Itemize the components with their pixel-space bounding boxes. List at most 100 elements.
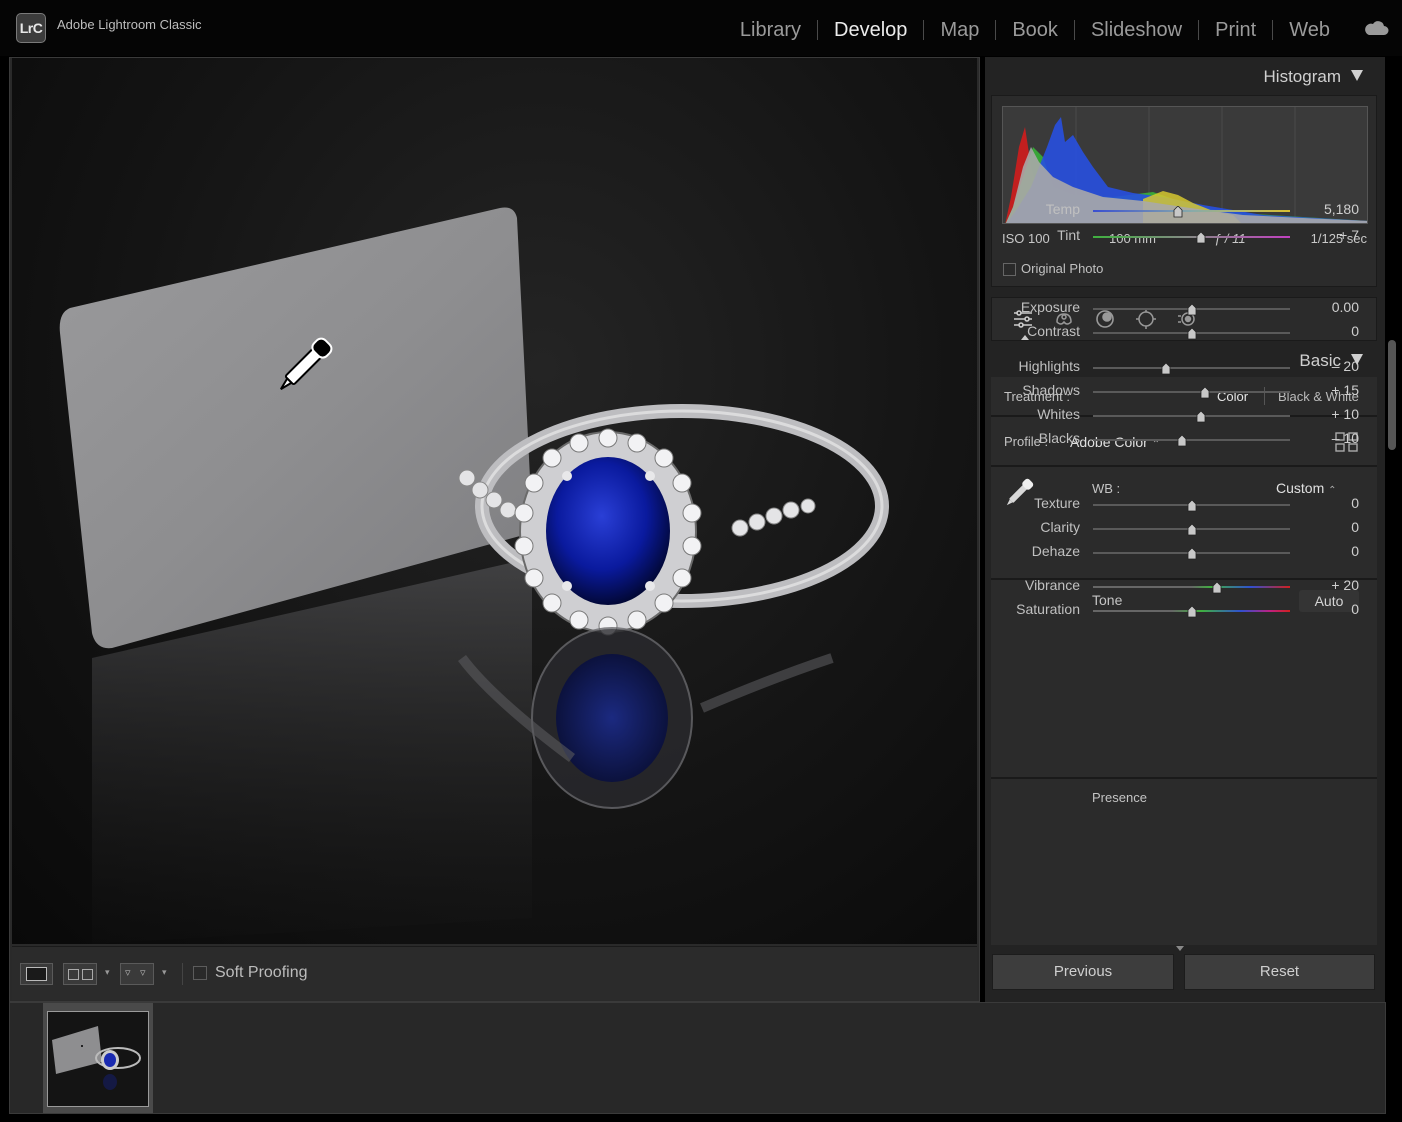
viewer-toolbar: ▾ ▿ ▿ ▾ Soft Proofing: [12, 946, 977, 1000]
histogram-header[interactable]: Histogram: [1264, 67, 1363, 87]
filmstrip-thumbnail[interactable]: [47, 1011, 149, 1107]
exposure-slider[interactable]: [1093, 303, 1290, 316]
module-book[interactable]: Book: [996, 19, 1074, 42]
contrast-value[interactable]: 0: [1351, 323, 1359, 339]
presence-label: Presence: [1092, 790, 1147, 805]
shadows-value[interactable]: + 15: [1331, 382, 1359, 398]
blacks-slider[interactable]: [1093, 434, 1290, 447]
row-separator: [991, 777, 1377, 779]
row-separator: [991, 465, 1377, 467]
module-print[interactable]: Print: [1199, 19, 1272, 42]
vibrance-slider-handle[interactable]: [1212, 581, 1222, 594]
treatment-divider: [1264, 387, 1265, 405]
swap-dropdown-icon[interactable]: ▾: [162, 967, 167, 978]
module-library[interactable]: Library: [724, 19, 817, 42]
exposure-value[interactable]: 0.00: [1332, 299, 1359, 315]
exposure-label: Exposure: [1020, 299, 1080, 315]
exif-iso: ISO 100: [1002, 231, 1050, 246]
photo-artwork: [59, 207, 889, 944]
auto-tone-button[interactable]: Auto: [1299, 590, 1359, 612]
cloud-icon[interactable]: [1363, 20, 1389, 36]
shadows-label: Shadows: [1022, 382, 1080, 398]
before-after-dropdown-icon[interactable]: ▾: [105, 967, 110, 978]
swap-before-after-button[interactable]: ▿ ▿: [120, 963, 154, 985]
original-photo-checkbox[interactable]: [1003, 263, 1016, 276]
exposure-slider-handle[interactable]: [1187, 303, 1197, 316]
highlights-slider-handle[interactable]: [1161, 362, 1171, 375]
original-photo-label: Original Photo: [1021, 261, 1104, 276]
texture-value[interactable]: 0: [1351, 495, 1359, 511]
module-develop[interactable]: Develop: [818, 19, 923, 42]
app-title: Adobe Lightroom Classic: [57, 17, 202, 32]
top-bar: LrC Adobe Lightroom Classic Library Deve…: [0, 0, 1402, 56]
tint-slider[interactable]: [1093, 231, 1290, 244]
shadows-slider[interactable]: [1093, 386, 1290, 399]
profile-dropdown[interactable]: Adobe Color ⌃: [1070, 434, 1160, 450]
saturation-value[interactable]: 0: [1351, 601, 1359, 617]
highlights-label: Highlights: [1018, 358, 1080, 374]
whites-value[interactable]: + 10: [1331, 406, 1359, 422]
whites-slider[interactable]: [1093, 410, 1290, 423]
vibrance-value[interactable]: + 20: [1331, 577, 1359, 593]
temp-slider[interactable]: [1093, 205, 1290, 218]
soft-proofing-checkbox[interactable]: [193, 966, 207, 980]
dehaze-slider-handle[interactable]: [1187, 547, 1197, 560]
module-map[interactable]: Map: [924, 19, 995, 42]
temp-slider-handle[interactable]: [1173, 205, 1183, 218]
texture-slider[interactable]: [1093, 499, 1290, 512]
filmstrip-thumbnail-cell[interactable]: [43, 1003, 153, 1113]
masking-icon[interactable]: [1094, 308, 1116, 330]
texture-label: Texture: [1034, 495, 1080, 511]
collapse-triangle-icon: [1351, 70, 1363, 81]
panel-end-marker-icon: [1176, 946, 1184, 951]
clarity-value[interactable]: 0: [1351, 519, 1359, 535]
updown-arrow-icon: ⌃: [1328, 485, 1337, 496]
soft-proofing-label: Soft Proofing: [215, 964, 308, 981]
vibrance-label: Vibrance: [1024, 577, 1080, 593]
dehaze-slider[interactable]: [1093, 547, 1290, 560]
blacks-slider-handle[interactable]: [1177, 434, 1187, 447]
wb-value: Custom: [1276, 480, 1325, 496]
profile-value: Adobe Color: [1070, 434, 1148, 450]
toolbar-divider: [182, 963, 183, 985]
whites-slider-handle[interactable]: [1196, 410, 1206, 423]
tint-value[interactable]: + 7: [1339, 227, 1359, 243]
texture-slider-handle[interactable]: [1187, 499, 1197, 512]
saturation-slider[interactable]: [1093, 605, 1290, 618]
main-photo[interactable]: [12, 58, 977, 944]
highlights-value[interactable]: – 20: [1332, 358, 1359, 374]
shadows-slider-handle[interactable]: [1200, 386, 1210, 399]
temp-value[interactable]: 5,180: [1324, 201, 1359, 217]
red-eye-icon[interactable]: [1135, 308, 1157, 330]
clarity-slider-handle[interactable]: [1187, 523, 1197, 536]
exif-focal-length: 100 mm: [1109, 231, 1156, 246]
dehaze-label: Dehaze: [1031, 543, 1080, 559]
contrast-slider-handle[interactable]: [1187, 327, 1197, 340]
previous-button[interactable]: Previous: [992, 954, 1174, 990]
wb-label: WB :: [1092, 481, 1121, 496]
whites-label: Whites: [1037, 406, 1080, 422]
module-slideshow[interactable]: Slideshow: [1075, 19, 1198, 42]
reset-button[interactable]: Reset: [1184, 954, 1375, 990]
app-logo: LrC: [16, 13, 46, 43]
module-web[interactable]: Web: [1273, 19, 1346, 42]
thumbnail-artwork: [48, 1012, 148, 1106]
wb-dropdown[interactable]: Custom ⌃: [1276, 480, 1337, 496]
tint-slider-handle[interactable]: [1196, 231, 1206, 244]
right-panel-scrollbar[interactable]: [1388, 340, 1396, 450]
tone-label: Tone: [1092, 592, 1123, 608]
highlights-slider[interactable]: [1093, 362, 1290, 375]
clarity-label: Clarity: [1040, 519, 1080, 535]
saturation-slider-handle[interactable]: [1187, 605, 1197, 618]
clarity-slider[interactable]: [1093, 523, 1290, 536]
before-after-button[interactable]: [63, 963, 97, 985]
vibrance-slider[interactable]: [1093, 581, 1290, 594]
blacks-value[interactable]: – 10: [1332, 430, 1359, 446]
contrast-slider[interactable]: [1093, 327, 1290, 340]
dehaze-value[interactable]: 0: [1351, 543, 1359, 559]
right-panel: Histogram ISO 100 100 mm ƒ / 11 1/125 se…: [985, 57, 1385, 1002]
exif-aperture: ƒ / 11: [1214, 231, 1246, 246]
module-picker: Library Develop Map Book Slideshow Print…: [724, 16, 1346, 44]
loupe-view-button[interactable]: [20, 963, 53, 985]
histogram-panel: ISO 100 100 mm ƒ / 11 1/125 sec Original…: [991, 95, 1377, 287]
